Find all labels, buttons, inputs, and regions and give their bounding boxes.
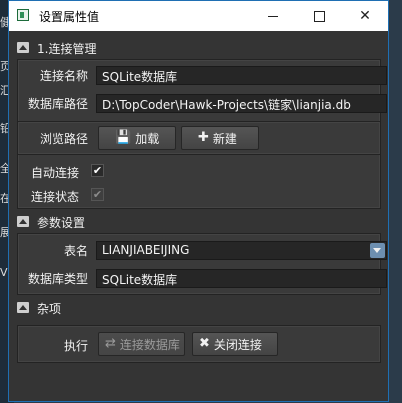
connection-status-label: 连接状态	[31, 190, 80, 204]
section-header-connection[interactable]: 1.连接管理	[17, 40, 217, 56]
close-icon: ✕	[359, 8, 371, 24]
window-title: 设置属性值	[39, 10, 100, 24]
background-edge	[389, 0, 402, 403]
minimize-icon	[268, 15, 278, 17]
db-type-label: 数据库类型	[27, 272, 88, 286]
collapse-arrow-icon[interactable]	[17, 216, 29, 227]
section-title: 杂项	[37, 302, 62, 316]
collapse-arrow-icon[interactable]	[17, 302, 29, 313]
new-button[interactable]: ✚ 新建	[181, 126, 259, 150]
connect-db-button-label: 连接数据库	[119, 337, 180, 352]
title-bar[interactable]: 设置属性值 ✕	[9, 1, 388, 31]
maximize-button[interactable]	[296, 1, 342, 31]
close-icon: ✖	[199, 336, 210, 351]
db-type-field[interactable]: SQLite数据库	[96, 269, 387, 288]
params-group: 表名 LIANJIABEIJING 数据库类型 SQLite数据库	[17, 233, 387, 295]
maximize-icon	[313, 10, 325, 22]
table-name-select[interactable]: LIANJIABEIJING	[96, 241, 387, 260]
minimize-button[interactable]	[250, 1, 296, 31]
settings-dialog: 设置属性值 ✕ 1.连接管理 连接名称 SQLite数据库 数据库路径 D:\T…	[8, 0, 389, 402]
execute-label: 执行	[63, 339, 88, 353]
new-button-label: 新建	[212, 131, 237, 146]
section-header-params[interactable]: 参数设置	[17, 214, 217, 230]
auto-connect-label: 自动连接	[31, 166, 80, 180]
misc-group: 执行 ⇄ 连接数据库 ✖ 关闭连接	[17, 325, 381, 363]
auto-connect-checkbox[interactable]: ✔	[91, 164, 104, 177]
db-path-field[interactable]: D:\TopCoder\Hawk-Projects\链家\lianjia.db	[96, 94, 387, 113]
table-name-label: 表名	[63, 244, 88, 258]
collapse-arrow-icon[interactable]	[17, 42, 29, 53]
section-title: 参数设置	[37, 216, 86, 230]
connect-icon: ⇄	[105, 336, 116, 351]
browse-label: 浏览路径	[39, 132, 88, 146]
section-title: 1.连接管理	[37, 42, 97, 56]
connection-name-label: 连接名称	[39, 69, 88, 83]
connection-name-field[interactable]: SQLite数据库	[96, 66, 387, 85]
db-path-label: 数据库路径	[27, 97, 88, 111]
table-name-value: LIANJIABEIJING	[102, 243, 190, 257]
dialog-content: 1.连接管理 连接名称 SQLite数据库 数据库路径 D:\TopCoder\…	[9, 31, 388, 401]
chevron-down-icon[interactable]	[370, 243, 385, 258]
load-button-label: 加载	[135, 131, 160, 146]
browse-row: 浏览路径 💾 加载 ✚ 新建	[17, 121, 381, 155]
section-header-misc[interactable]: 杂项	[17, 300, 217, 316]
connection-status-checkbox: ✔	[91, 188, 104, 201]
close-button[interactable]: ✕	[342, 1, 388, 31]
load-button[interactable]: 💾 加载	[98, 126, 176, 150]
close-connection-button-label: 关闭连接	[213, 337, 262, 352]
save-icon: 💾	[115, 130, 132, 145]
connect-db-button[interactable]: ⇄ 连接数据库	[98, 332, 185, 356]
app-icon	[17, 9, 29, 21]
plus-icon: ✚	[198, 130, 209, 145]
close-connection-button[interactable]: ✖ 关闭连接	[192, 332, 278, 356]
